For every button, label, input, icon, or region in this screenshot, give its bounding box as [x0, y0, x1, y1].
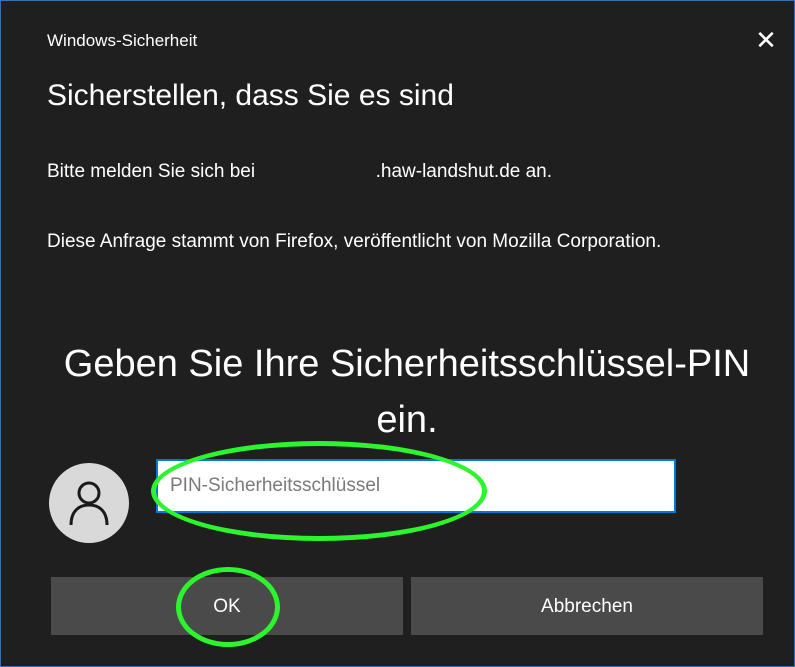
pin-prompt: Geben Sie Ihre Sicherheitsschlüssel-PIN …	[63, 343, 751, 441]
signin-message: Bitte melden Sie sich bei .haw-landshut.…	[47, 161, 552, 183]
ok-button[interactable]: OK	[51, 577, 403, 635]
windows-security-dialog: Windows-Sicherheit ✕ Sicherstellen, dass…	[0, 0, 795, 667]
user-icon-glyph	[69, 481, 109, 526]
cancel-button[interactable]: Abbrechen	[411, 577, 763, 635]
dialog-heading: Sicherstellen, dass Sie es sind	[47, 79, 454, 112]
signin-message-suffix: .haw-landshut.de an.	[375, 161, 553, 182]
pin-input[interactable]	[156, 459, 676, 513]
request-source-message: Diese Anfrage stammt von Firefox, veröff…	[47, 231, 662, 252]
signin-message-prefix: Bitte melden Sie sich bei	[47, 161, 256, 182]
user-icon	[49, 463, 129, 543]
window-title: Windows-Sicherheit	[47, 31, 198, 50]
close-icon[interactable]: ✕	[749, 23, 783, 57]
